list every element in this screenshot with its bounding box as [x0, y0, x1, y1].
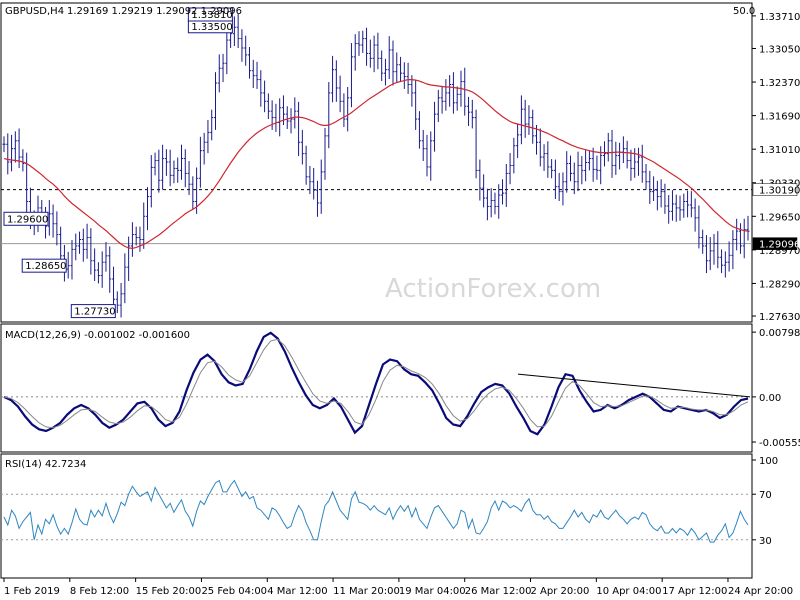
- rsi-panel-frame: [0, 453, 753, 579]
- price-annotation-label: 1.33500: [191, 22, 232, 33]
- time-tick-label: 24 Apr 20:00: [728, 586, 793, 597]
- price-annotation-label: 1.28650: [25, 261, 66, 272]
- price-tick-label: 1.33050: [759, 44, 800, 55]
- time-tick-label: 26 Mar 12:00: [465, 586, 532, 597]
- price-tick-label: 1.31010: [759, 145, 800, 156]
- price-tick-label: 1.29650: [759, 212, 800, 223]
- reference-level-tag: 1.30190: [759, 186, 800, 197]
- macd-tick-label: -0.005559: [759, 438, 800, 449]
- time-tick-label: 11 Mar 20:00: [333, 586, 400, 597]
- price-tick-label: 1.27630: [759, 312, 800, 323]
- time-tick-label: 15 Feb 20:00: [136, 586, 202, 597]
- corner-label: 50.0: [733, 6, 755, 17]
- price-tick-label: 1.33710: [759, 12, 800, 23]
- rsi-label: RSI(14) 42.7234: [5, 459, 86, 470]
- price-tick-label: 1.32370: [759, 78, 800, 89]
- time-tick-label: 4 Mar 12:00: [267, 586, 327, 597]
- price-annotation-label: 1.27730: [74, 307, 115, 318]
- time-tick-label: 2 Apr 20:00: [531, 586, 590, 597]
- time-tick-label: 17 Apr 12:00: [662, 586, 727, 597]
- price-tick-label: 1.28290: [759, 279, 800, 290]
- rsi-axis: 100 70 30: [752, 456, 778, 547]
- price-panel: ActionForex.com 1.335001.338101.296001.2…: [0, 2, 800, 323]
- rsi-tick-label: 30: [759, 536, 772, 547]
- time-tick-label: 19 Mar 04:00: [399, 586, 466, 597]
- rsi-tick-label: 70: [759, 490, 772, 501]
- chart-canvas: ActionForex.com 1.335001.338101.296001.2…: [0, 2, 800, 597]
- macd-panel: 0.007983 0.00 -0.005559 MACD(12,26,9) -0.0…: [0, 323, 800, 453]
- price-tick-label: 1.31690: [759, 112, 800, 123]
- macd-axis: 0.007983 0.00 -0.005559: [752, 328, 800, 449]
- time-axis: 1 Feb 2019 8 Feb 12:00 15 Feb 20:00 25 Feb …: [3, 578, 793, 597]
- time-tick-label: 10 Apr 04:00: [596, 586, 661, 597]
- macd-label: MACD(12,26,9) -0.001002 -0.001600: [5, 330, 190, 341]
- watermark: ActionForex.com: [385, 274, 601, 304]
- macd-tick-label: 0.00: [759, 393, 781, 404]
- rsi-panel: 100 70 30 RSI(14) 42.7234: [0, 453, 778, 579]
- time-tick-label: 25 Feb 04:00: [201, 586, 267, 597]
- macd-tick-label: 0.007983: [759, 328, 800, 339]
- price-annotation-label: 1.29600: [7, 214, 48, 225]
- current-price-tag: 1.29096: [759, 240, 800, 251]
- instrument-label: GBPUSD,H4: [5, 6, 64, 17]
- rsi-tick-label: 100: [759, 456, 778, 467]
- time-tick-label: 1 Feb 2019: [4, 586, 60, 597]
- price-axis: 1.337101.330501.323701.316901.310101.303…: [752, 12, 800, 323]
- ohlc-header: 1.29169 1.29219 1.29092 1.29096: [67, 6, 242, 17]
- time-tick-label: 8 Feb 12:00: [70, 586, 129, 597]
- macd-panel-frame: [0, 323, 753, 453]
